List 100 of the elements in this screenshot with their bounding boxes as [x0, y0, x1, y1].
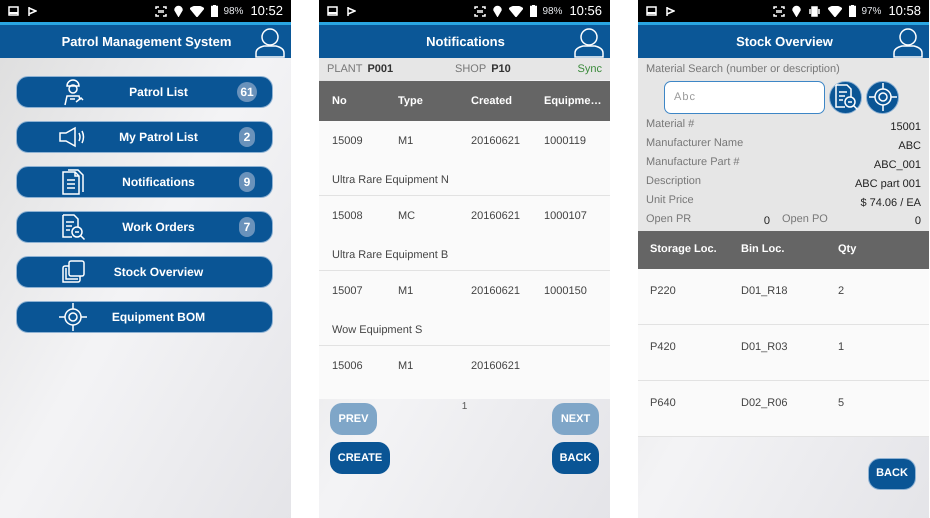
column-header: Qty: [838, 242, 858, 258]
screen-title: Notifications: [425, 32, 506, 51]
back-button[interactable]: BACK: [868, 458, 916, 490]
field-label: Manufacturer Name: [646, 136, 744, 150]
image-icon: [646, 6, 657, 16]
image-icon: [8, 6, 19, 16]
wifi-icon: [190, 6, 204, 16]
count-badge: 7: [239, 217, 255, 237]
field-value: 15001: [890, 120, 921, 134]
field-value: ABC part 001: [854, 176, 921, 192]
search-field[interactable]: Abc: [664, 80, 825, 114]
wifi-icon: [828, 6, 842, 16]
field-label: Manufacture Part #: [646, 154, 740, 170]
documents-icon: [60, 168, 86, 196]
count-badge: 61: [237, 82, 257, 102]
table-cell-text: 1: [838, 340, 846, 354]
table-cell-text: 1000150: [544, 284, 588, 299]
wifi-icon: [509, 6, 524, 16]
equipment-description: Wow Equipment S: [332, 322, 424, 338]
target-icon: [58, 302, 88, 332]
clock-time: 10:58: [888, 2, 921, 20]
battery-percent: 97%: [861, 4, 882, 18]
field-value: $ 74.06 / EA: [860, 196, 921, 210]
location-pin-icon: [792, 5, 802, 17]
table-cell-text: P420: [650, 340, 677, 354]
table-cell-text: P220: [650, 284, 677, 298]
screen-title: Patrol Management System: [60, 32, 232, 51]
battery-icon: [530, 5, 538, 17]
count-badge: 2: [239, 127, 255, 147]
table-cell-text: 20160621: [471, 359, 521, 374]
user-profile-icon[interactable]: [891, 26, 925, 58]
table-cell-text: 1000107: [544, 209, 588, 224]
column-header: Created: [471, 94, 513, 109]
battery-percent: 98%: [542, 4, 562, 18]
column-header: Type: [398, 94, 424, 109]
user-profile-icon[interactable]: [253, 26, 287, 58]
count-badge: 9: [239, 172, 255, 192]
menu-button[interactable]: Notifications 9: [16, 166, 273, 198]
field-label: Description: [646, 174, 702, 188]
menu-button[interactable]: Patrol List 61: [16, 76, 273, 108]
menu-button[interactable]: Work Orders 7: [16, 211, 273, 243]
battery-icon: [211, 5, 218, 17]
menu-button[interactable]: Equipment BOM: [16, 301, 273, 333]
search-label: Material Search (number or description): [646, 62, 841, 77]
action-button[interactable]: BACK: [552, 442, 599, 474]
table-cell-text: D01_R18: [741, 284, 788, 298]
table-cell-text: 2: [838, 284, 846, 298]
column-header: Bin Loc.: [741, 242, 786, 258]
table-cell-text: 15007: [332, 284, 364, 299]
filter-value: P10: [491, 62, 511, 77]
field-value: ABC_001: [874, 158, 921, 172]
table-cell-text: D01_R03: [741, 340, 788, 354]
search-document-button[interactable]: [829, 80, 862, 114]
table-cell-text: M1: [398, 284, 414, 299]
field-value: 0: [914, 214, 921, 228]
scanner-icon: [773, 6, 786, 16]
page-number: 1: [462, 400, 468, 414]
column-header: Storage Loc.: [650, 242, 718, 258]
filter-value: P001: [367, 62, 394, 77]
field-label: Open PR: [646, 212, 692, 226]
target-icon: [868, 82, 898, 112]
screen-title: Stock Overview: [735, 32, 834, 51]
filter-label: SHOP: [455, 62, 486, 77]
table-cell-text: 1000119: [544, 134, 588, 149]
equipment-description: Ultra Rare Equipment B: [332, 248, 450, 262]
field-label: Material #: [646, 116, 694, 132]
battery-icon: [849, 5, 856, 17]
table-cell-text: 20160621: [471, 134, 521, 149]
image-icon: [327, 6, 338, 16]
table-cell-text: M1: [398, 359, 414, 374]
action-button[interactable]: CREATE: [330, 442, 390, 474]
target-button[interactable]: [866, 80, 899, 114]
location-pin-icon: [493, 5, 502, 17]
copy-icon: [60, 259, 86, 285]
document-search-icon: [60, 213, 86, 241]
table-cell-text: 5: [838, 396, 846, 410]
column-header: Equipme…: [544, 94, 602, 109]
table-cell-text: P640: [650, 396, 677, 410]
table-cell-text: 15006: [332, 359, 364, 374]
table-cell-text: 20160621: [471, 284, 521, 299]
table-cell-text: 20160621: [471, 209, 521, 224]
scanner-icon: [474, 6, 486, 16]
clock-time: 10:52: [250, 2, 283, 20]
location-pin-icon: [174, 5, 184, 17]
field-value: ABC: [898, 138, 921, 154]
menu-button[interactable]: Stock Overview: [16, 256, 273, 288]
equipment-description: Ultra Rare Equipment N: [332, 172, 450, 188]
clock-time: 10:56: [569, 2, 602, 20]
table-cell-text: 15008: [332, 209, 364, 224]
flag-icon: [346, 6, 356, 16]
field-label: Unit Price: [646, 192, 694, 208]
user-profile-icon[interactable]: [572, 26, 606, 58]
scanner-icon: [155, 6, 168, 16]
flag-icon: [665, 6, 675, 16]
menu-button[interactable]: My Patrol List 2: [16, 121, 273, 153]
table-cell-text: M1: [398, 134, 414, 149]
field-label: Open PO: [782, 212, 828, 226]
document-search-icon: [832, 83, 858, 111]
flag-icon: [27, 6, 37, 16]
battery-percent: 98%: [223, 4, 244, 18]
